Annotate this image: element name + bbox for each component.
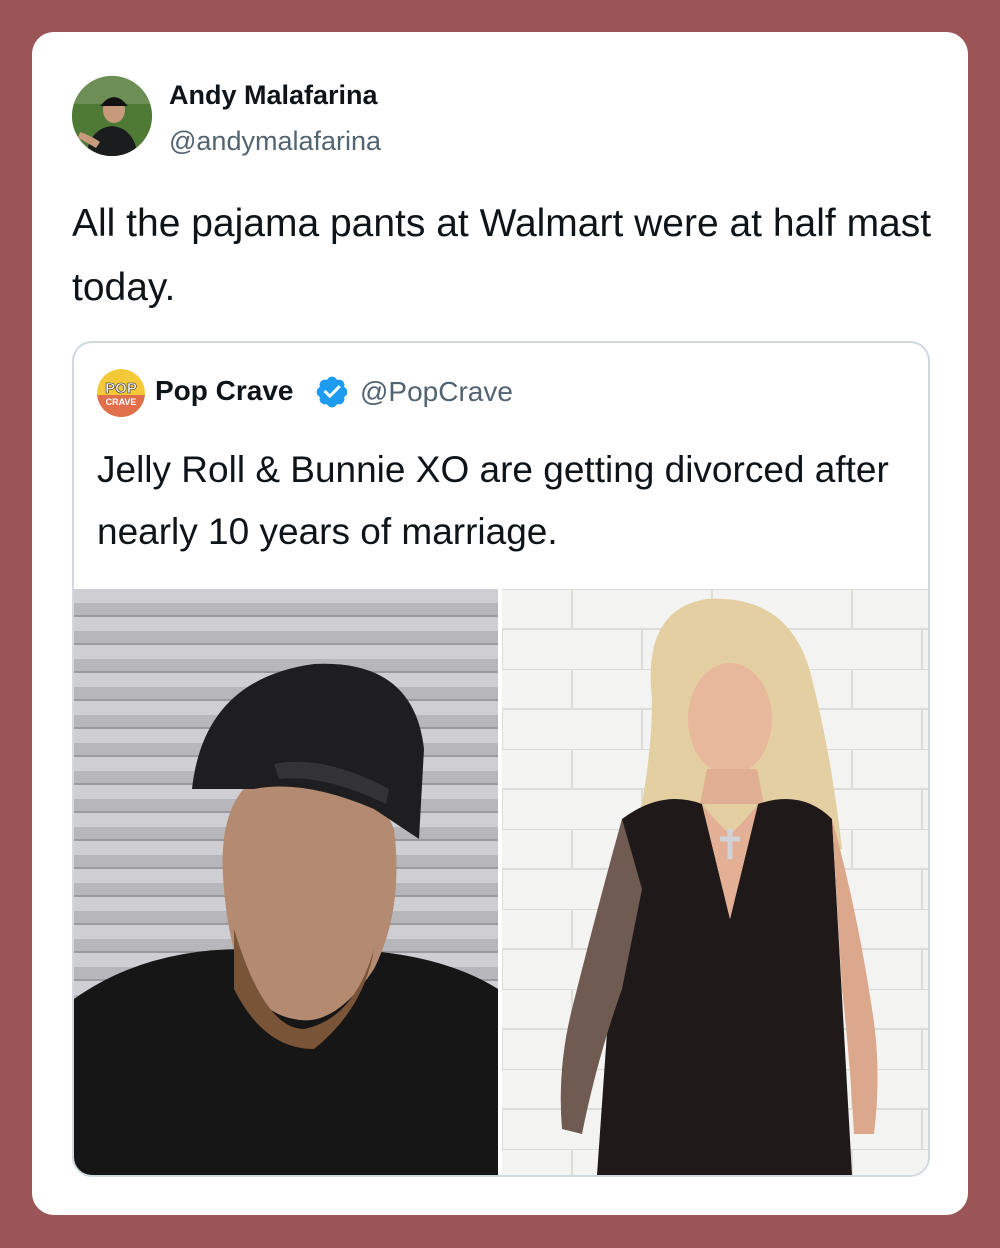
quoted-media-grid: [74, 589, 928, 1175]
tweet-text: All the pajama pants at Walmart were at …: [72, 202, 932, 309]
quoted-author-handle[interactable]: @PopCrave: [360, 376, 513, 408]
author-handle[interactable]: @andymalafarina: [169, 126, 381, 157]
logo-text-bottom: CRAVE: [106, 397, 137, 407]
photo-man-in-cap[interactable]: [74, 589, 498, 1175]
quoted-author-name[interactable]: Pop Crave: [155, 375, 294, 407]
verified-badge-icon: [316, 376, 348, 408]
logo-text-top: POP: [105, 380, 137, 397]
quoted-tweet[interactable]: POP CRAVE Pop Crave @PopCrave Jelly Roll…: [72, 341, 930, 1177]
photo-woman-in-black-dress[interactable]: [502, 589, 928, 1175]
author-avatar[interactable]: [72, 76, 152, 156]
pop-crave-logo[interactable]: POP CRAVE: [97, 369, 145, 417]
author-display-name[interactable]: Andy Malafarina: [169, 80, 378, 111]
tweet-card: Andy Malafarina @andymalafarina All the …: [32, 32, 968, 1215]
quoted-tweet-text: Jelly Roll & Bunnie XO are getting divor…: [97, 449, 889, 552]
